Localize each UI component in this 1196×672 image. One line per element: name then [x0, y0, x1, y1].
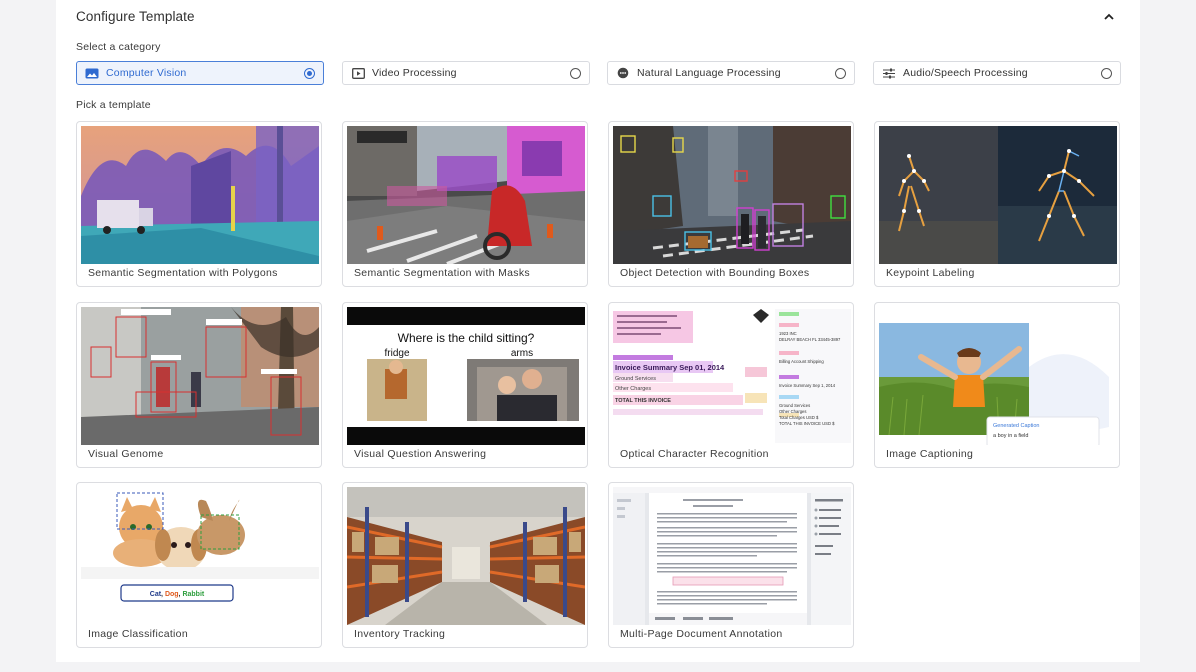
ocr-right-line: DELRAY BEACH FL 33445-3897 — [779, 337, 841, 342]
classification-word-cat: Cat — [150, 591, 162, 598]
template-thumbnail — [81, 307, 319, 445]
category-label: Audio/Speech Processing — [903, 67, 1028, 79]
pick-template-label: Pick a template — [76, 99, 151, 111]
template-keypoint-labeling[interactable]: Keypoint Labeling — [874, 121, 1120, 287]
template-label: Visual Genome — [88, 448, 164, 460]
chat-icon — [616, 67, 630, 79]
template-thumbnail — [613, 487, 851, 625]
template-thumbnail — [81, 126, 319, 264]
template-semantic-segmentation-masks[interactable]: Semantic Segmentation with Masks — [342, 121, 588, 287]
ocr-right-line: Total Charges USD $ — [779, 415, 819, 420]
ocr-right-line: Other Charges — [779, 409, 806, 414]
ocr-left-line: Ground Services — [615, 376, 656, 382]
template-label: Image Captioning — [886, 448, 974, 460]
template-label: Multi-Page Document Annotation — [620, 628, 783, 640]
template-thumbnail — [347, 487, 585, 625]
template-label: Object Detection with Bounding Boxes — [620, 267, 810, 279]
template-semantic-segmentation-polygons[interactable]: Semantic Segmentation with Polygons — [76, 121, 322, 287]
template-thumbnail: Cat, Dog, Rabbit — [81, 487, 319, 625]
template-image-captioning[interactable]: Generated Caption a boy in a field Image… — [874, 302, 1120, 468]
template-label: Inventory Tracking — [354, 628, 446, 640]
template-image-classification[interactable]: Cat, Dog, Rabbit Image Classification — [76, 482, 322, 648]
select-category-label: Select a category — [76, 41, 161, 53]
ocr-right-line: TOTAL THIS INVOICE USD $ — [779, 421, 835, 426]
vqa-answer-right: arms — [511, 348, 533, 359]
category-natural-language-processing[interactable]: Natural Language Processing — [607, 61, 855, 85]
ocr-right-line: Ground Services — [779, 403, 810, 408]
template-inventory-tracking[interactable]: Inventory Tracking — [342, 482, 588, 648]
collapse-chevron-up-icon[interactable] — [1102, 10, 1116, 24]
category-radio[interactable] — [570, 68, 581, 79]
template-thumbnail — [613, 126, 851, 264]
caption-text: a boy in a field — [993, 433, 1028, 439]
configure-template-panel: Configure Template Select a category Com… — [56, 0, 1140, 662]
category-radio[interactable] — [835, 68, 846, 79]
template-visual-question-answering[interactable]: Where is the child sitting? fridge arms … — [342, 302, 588, 468]
template-label: Keypoint Labeling — [886, 267, 975, 279]
category-label: Video Processing — [372, 67, 457, 79]
category-audio-speech-processing[interactable]: Audio/Speech Processing — [873, 61, 1121, 85]
ocr-right-line: Invoice Summary Sep 1, 2014 — [779, 383, 836, 388]
ocr-left-line: TOTAL THIS INVOICE — [615, 398, 671, 404]
ocr-left-line: Other Charges — [615, 386, 651, 392]
video-icon — [351, 67, 365, 79]
template-multi-page-document-annotation[interactable]: Multi-Page Document Annotation — [608, 482, 854, 648]
template-thumbnail: Generated Caption a boy in a field — [879, 307, 1117, 445]
template-thumbnail — [879, 126, 1117, 264]
template-thumbnail — [347, 126, 585, 264]
classification-label-text: Cat, Dog, Rabbit — [150, 591, 205, 598]
classification-word-rabbit: Rabbit — [182, 591, 204, 598]
template-object-detection[interactable]: Object Detection with Bounding Boxes — [608, 121, 854, 287]
category-radio[interactable] — [304, 68, 315, 79]
vqa-answer-left: fridge — [384, 348, 409, 359]
template-label: Optical Character Recognition — [620, 448, 769, 460]
panel-header: Configure Template — [76, 9, 1120, 27]
caption-title: Generated Caption — [993, 423, 1039, 429]
template-visual-genome[interactable]: Visual Genome — [76, 302, 322, 468]
category-label: Computer Vision — [106, 67, 187, 79]
panel-title: Configure Template — [76, 9, 195, 24]
template-optical-character-recognition[interactable]: Invoice Summary Sep 01, 2014 Ground Serv… — [608, 302, 854, 468]
category-label: Natural Language Processing — [637, 67, 781, 79]
category-computer-vision[interactable]: Computer Vision — [76, 61, 324, 85]
category-radio[interactable] — [1101, 68, 1112, 79]
classification-word-dog: Dog — [165, 591, 179, 598]
template-thumbnail: Where is the child sitting? fridge arms — [347, 307, 585, 445]
sliders-icon — [882, 67, 896, 79]
ocr-invoice-title: Invoice Summary Sep 01, 2014 — [615, 363, 725, 372]
ocr-right-line: 1923 INC — [779, 331, 797, 336]
template-label: Image Classification — [88, 628, 188, 640]
ocr-right-line: Billing Account Shipping — [779, 359, 824, 364]
template-thumbnail: Invoice Summary Sep 01, 2014 Ground Serv… — [613, 307, 851, 445]
image-icon — [85, 67, 99, 79]
vqa-question-text: Where is the child sitting? — [398, 331, 535, 345]
template-label: Semantic Segmentation with Polygons — [88, 267, 278, 279]
template-label: Visual Question Answering — [354, 448, 487, 460]
template-label: Semantic Segmentation with Masks — [354, 267, 530, 279]
category-video-processing[interactable]: Video Processing — [342, 61, 590, 85]
